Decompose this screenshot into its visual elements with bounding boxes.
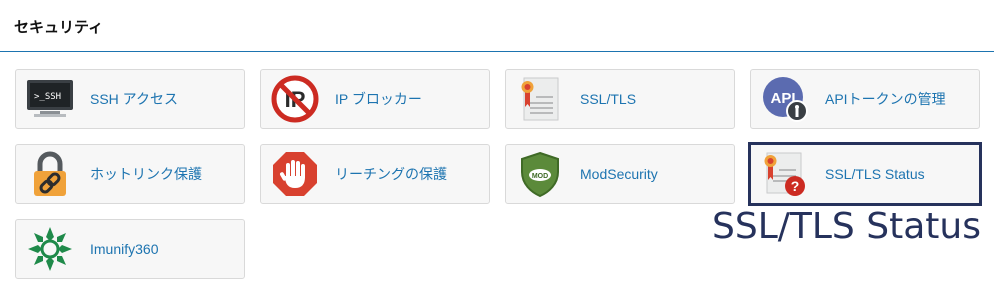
padlock-link-icon <box>26 150 74 198</box>
certificate-icon <box>516 75 564 123</box>
tile-label: ModSecurity <box>580 166 658 182</box>
tile-modsecurity[interactable]: MOD ModSecurity <box>505 144 735 204</box>
tile-label: SSH アクセス <box>90 91 178 107</box>
terminal-icon: >_SSH <box>26 75 74 123</box>
section-title: セキュリティ <box>14 19 104 36</box>
tile-ssh-access[interactable]: >_SSH SSH アクセス <box>15 69 245 129</box>
stop-hand-icon <box>271 150 319 198</box>
tile-api-tokens[interactable]: API APIトークンの管理 <box>750 69 980 129</box>
svg-text:?: ? <box>791 178 800 194</box>
tile-leech-protection[interactable]: リーチングの保護 <box>260 144 490 204</box>
tile-label: APIトークンの管理 <box>825 91 946 107</box>
ssl-tls-status-callout: SSL/TLS Status <box>712 206 981 247</box>
tile-ssl-tls[interactable]: SSL/TLS <box>505 69 735 129</box>
imunify-icon <box>26 225 74 273</box>
tile-label: リーチングの保護 <box>335 166 447 182</box>
tile-imunify360[interactable]: Imunify360 <box>15 219 245 279</box>
api-token-icon: API <box>761 75 809 123</box>
tile-label: ホットリンク保護 <box>90 166 202 182</box>
tile-hotlink-protection[interactable]: ホットリンク保護 <box>15 144 245 204</box>
svg-text:MOD: MOD <box>532 173 548 180</box>
title-divider <box>0 51 994 52</box>
tile-label: IP ブロッカー <box>335 91 422 107</box>
shield-mod-icon: MOD <box>516 150 564 198</box>
tile-ip-blocker[interactable]: IP IP ブロッカー <box>260 69 490 129</box>
tile-ssl-tls-status[interactable]: ? SSL/TLS Status <box>748 142 982 206</box>
tile-label: Imunify360 <box>90 241 159 257</box>
ip-blocker-icon: IP <box>271 75 319 123</box>
tile-label: SSL/TLS Status <box>825 166 925 182</box>
tile-label: SSL/TLS <box>580 91 637 107</box>
svg-text:>_SSH: >_SSH <box>34 92 61 102</box>
certificate-question-icon: ? <box>761 150 809 198</box>
